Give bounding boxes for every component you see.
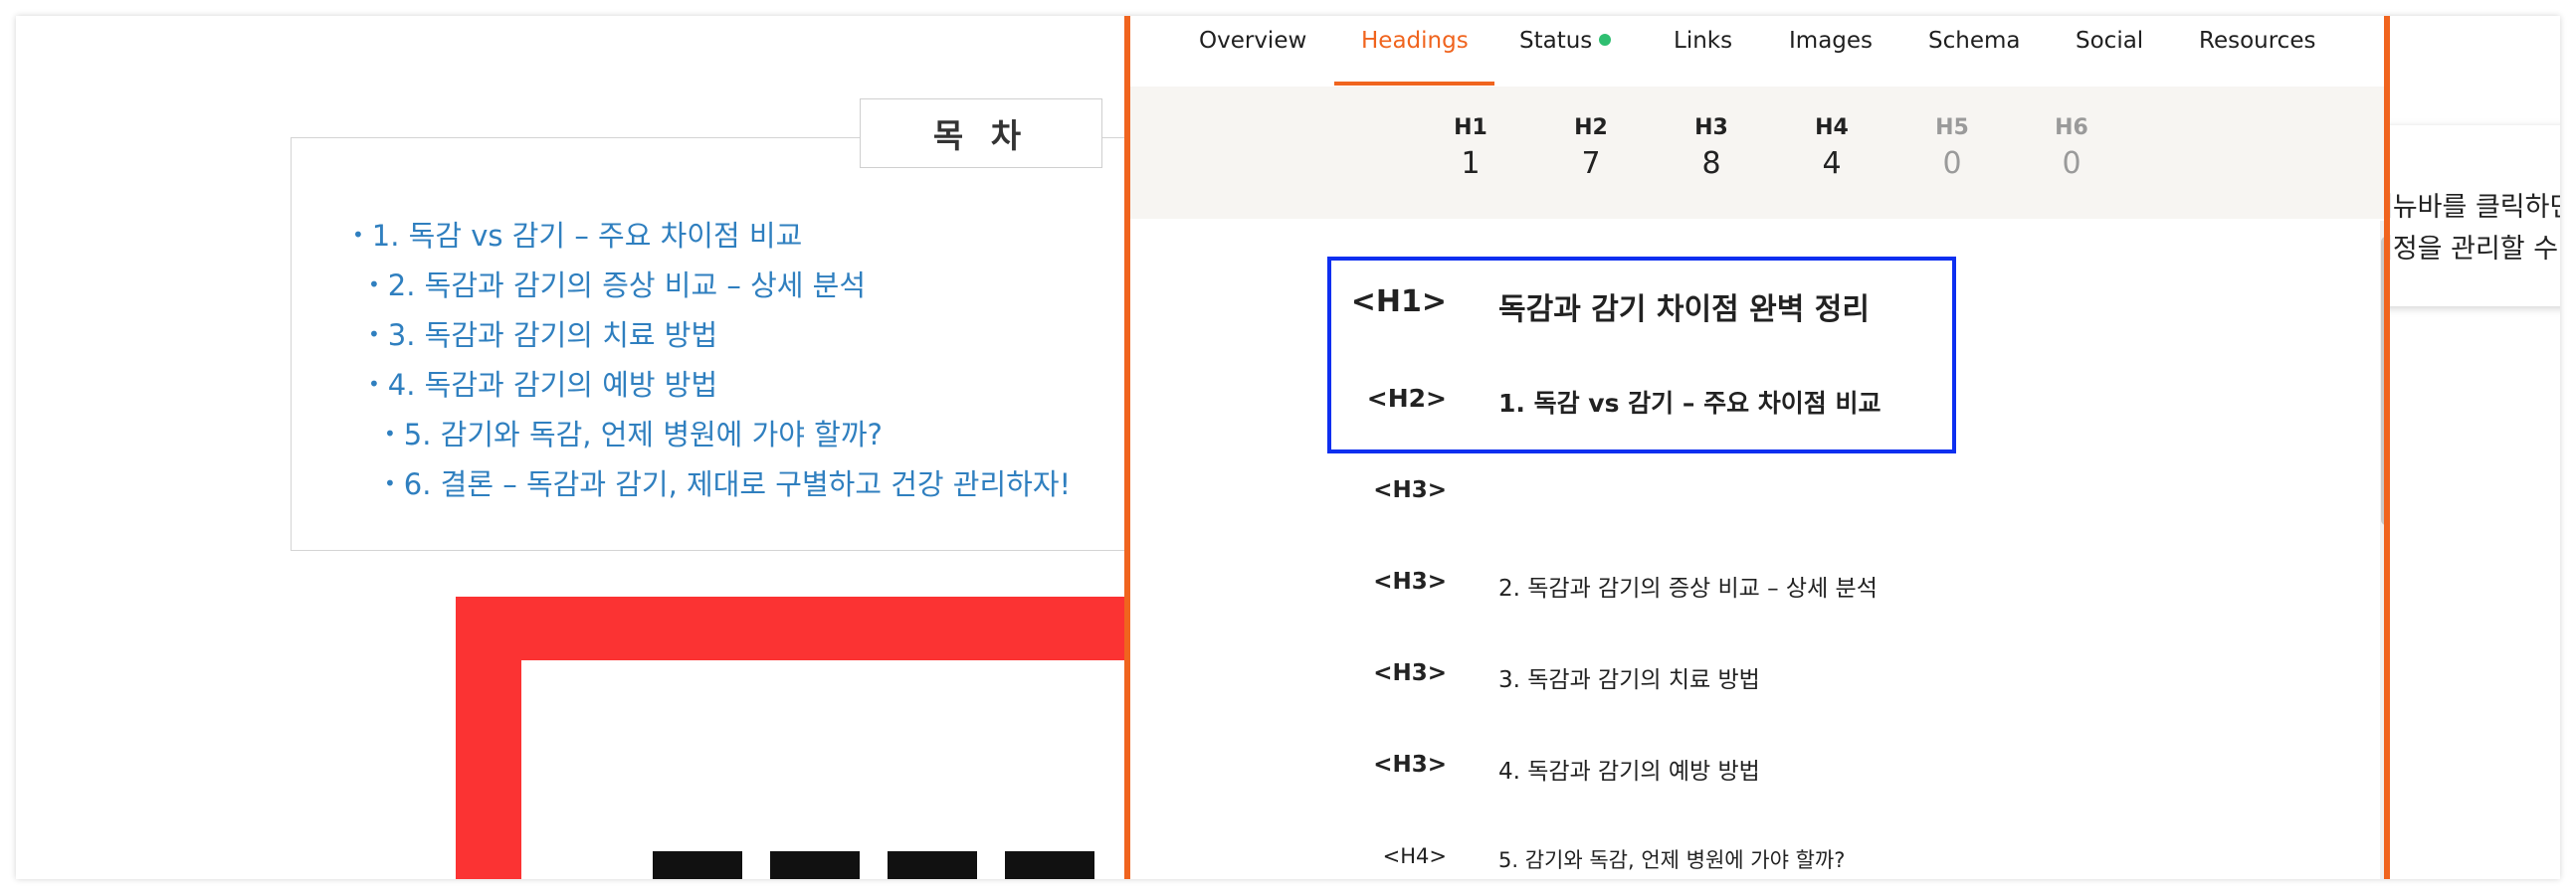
seo-extension-panel: Overview Headings Status Links Images Sc… — [1124, 16, 2390, 879]
heading-text: 1. 독감 vs 감기 – 주요 차이점 비교 — [1498, 389, 1882, 418]
heading-tag: <H2> — [1366, 384, 1447, 413]
heading-text: 3. 독감과 감기의 치료 방법 — [1498, 667, 1760, 693]
heading-text: 독감과 감기 차이점 완벽 정리 — [1498, 292, 1870, 327]
heading-tag: <H3> — [1373, 660, 1447, 686]
panel-tabs: Overview Headings Status Links Images Sc… — [1130, 16, 2384, 86]
browser-viewport: 목 차 • 1. 독감 vs 감기 – 주요 차이점 비교 • 2. 독감과 감기의… — [16, 16, 2560, 879]
tab-resources[interactable]: Resources — [2199, 28, 2315, 54]
tab-overview[interactable]: Overview — [1199, 28, 1306, 54]
heading-tag: <H3> — [1373, 752, 1447, 778]
toc-title: 목 차 — [932, 116, 1030, 155]
count-h6: H6 0 — [2055, 115, 2088, 181]
count-h3: H3 8 — [1694, 115, 1728, 181]
count-h5: H5 0 — [1935, 115, 1969, 181]
heading-text: 5. 감기와 독감, 언제 병원에 가야 할까? — [1498, 848, 1846, 872]
heading-tag: <H4> — [1382, 844, 1447, 868]
tab-links[interactable]: Links — [1674, 28, 1732, 54]
tab-images[interactable]: Images — [1789, 28, 1873, 54]
toc-link-5[interactable]: • 5. 감기와 독감, 언제 병원에 가야 할까? — [384, 412, 883, 453]
tab-headings[interactable]: Headings — [1361, 28, 1469, 54]
tab-social[interactable]: Social — [2076, 28, 2143, 54]
tab-status-label: Status — [1519, 28, 1593, 54]
heading-counts-bar — [1130, 87, 2384, 219]
tab-schema[interactable]: Schema — [1928, 28, 2020, 54]
heading-tag: <H1> — [1350, 284, 1447, 319]
heading-text: 2. 독감과 감기의 증상 비교 – 상세 분석 — [1498, 576, 1878, 602]
count-h4: H4 4 — [1815, 115, 1849, 181]
headings-scrollbar-thumb[interactable] — [2381, 237, 2384, 525]
count-h2: H2 7 — [1574, 115, 1608, 181]
heading-text: 4. 독감과 감기의 예방 방법 — [1498, 759, 1760, 785]
active-tab-indicator — [1334, 82, 1494, 86]
tab-status[interactable]: Status — [1519, 28, 1612, 54]
toc-link-3[interactable]: • 3. 독감과 감기의 치료 방법 — [368, 312, 717, 354]
toc-link-6[interactable]: • 6. 결론 – 독감과 감기, 제대로 구별하고 건강 관리하자! — [384, 461, 1071, 503]
toc-link-4[interactable]: • 4. 독감과 감기의 예방 방법 — [368, 362, 717, 404]
tooltip-line-1: 메뉴바를 클릭하면 — [2376, 192, 2560, 223]
toc-link-2[interactable]: • 2. 독감과 감기의 증상 비교 – 상세 분석 — [368, 263, 866, 304]
heading-tag: <H3> — [1373, 477, 1447, 503]
heading-tag: <H3> — [1373, 569, 1447, 595]
account-menu-tooltip: 메뉴바를 클릭하면 계정을 관리할 수 있 — [2376, 125, 2560, 306]
count-h1: H1 1 — [1454, 115, 1487, 181]
status-ok-icon — [1599, 34, 1612, 46]
tooltip-line-2: 계정을 관리할 수 있 — [2376, 234, 2560, 265]
thumbnail-image-inner — [521, 660, 1158, 879]
thumbnail-title-lettering — [653, 851, 1110, 879]
toc-link-1[interactable]: • 1. 독감 vs 감기 – 주요 차이점 비교 — [352, 213, 802, 255]
toc-title-box: 목 차 — [860, 98, 1102, 168]
